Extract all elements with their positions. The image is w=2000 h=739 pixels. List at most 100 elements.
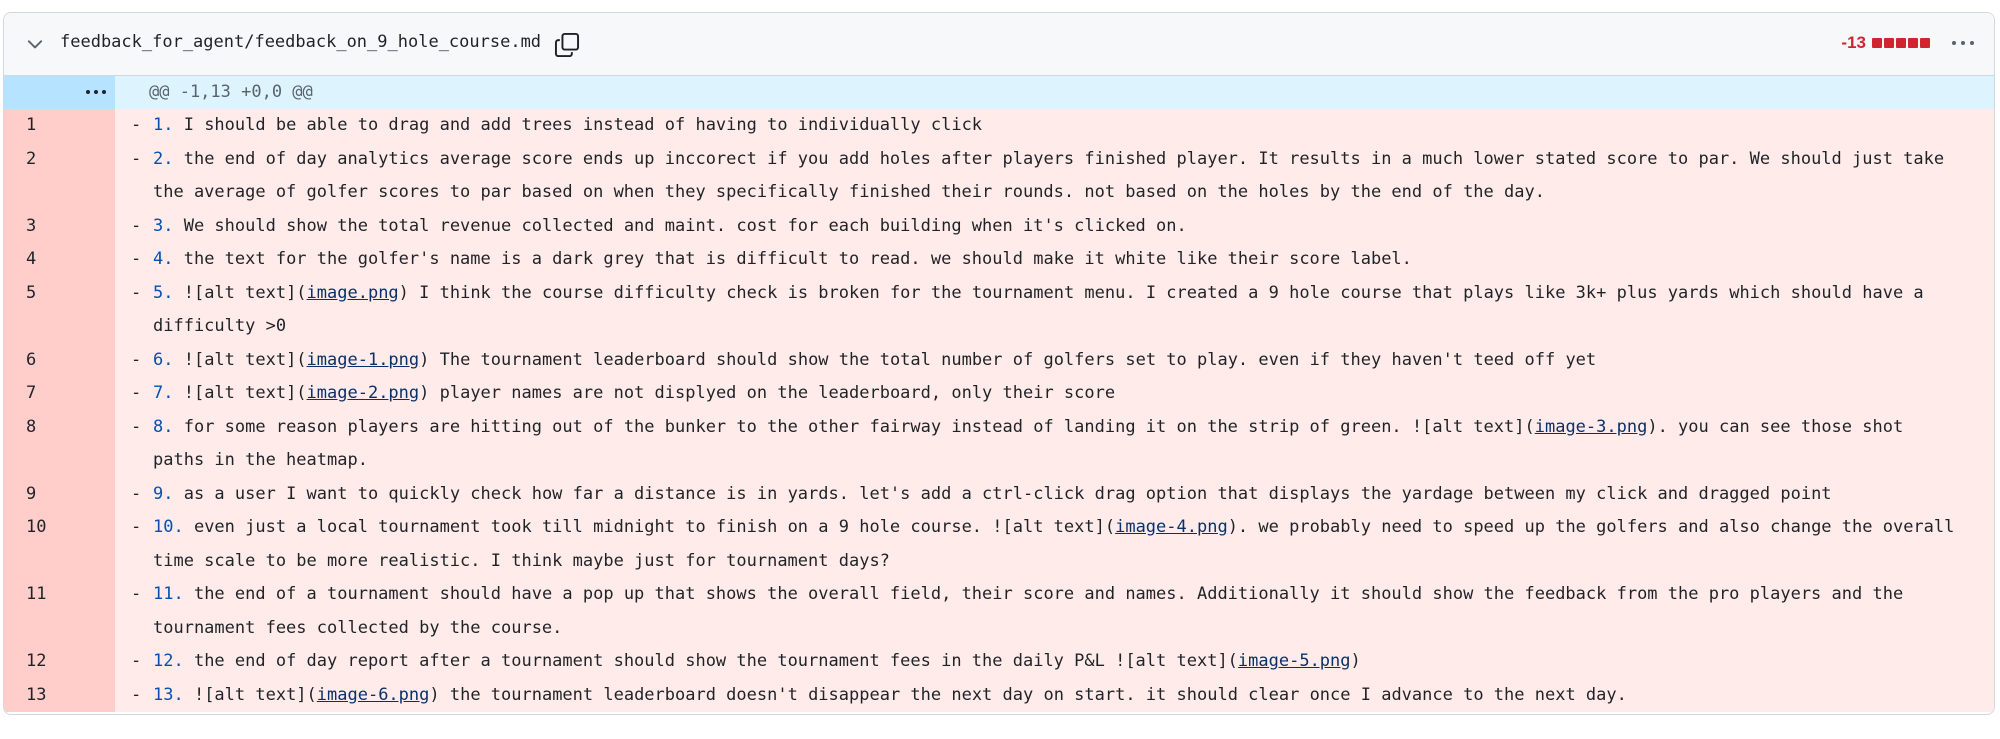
deletion-marker: -	[131, 684, 142, 705]
diff-line: 4-4. the text for the golfer's name is a…	[4, 243, 1994, 277]
line-number[interactable]: 7	[4, 377, 115, 411]
line-number[interactable]: 11	[4, 578, 115, 645]
list-number: 5.	[153, 282, 174, 303]
line-content: -2. the end of day analytics average sco…	[115, 143, 1994, 210]
list-number: 7.	[153, 383, 174, 403]
diffstat-square	[1896, 38, 1906, 48]
line-text: We should show the total revenue collect…	[173, 215, 1187, 236]
image-link[interactable]: image-5.png	[1238, 651, 1351, 671]
line-content: -5. ![alt text](image.png) I think the c…	[115, 277, 1994, 344]
diff-line: 12-12. the end of day report after a tou…	[4, 645, 1994, 679]
line-content: -8. for some reason players are hitting …	[115, 411, 1994, 478]
list-number: 3.	[153, 215, 174, 236]
diffstat-square	[1884, 38, 1894, 48]
image-link[interactable]: image-1.png	[307, 350, 420, 370]
line-text: ![alt text](	[173, 349, 307, 370]
line-number[interactable]: 12	[4, 645, 115, 679]
diff-file: feedback_for_agent/feedback_on_9_hole_co…	[3, 12, 1995, 715]
line-text: )	[1350, 651, 1361, 671]
image-link[interactable]: image-6.png	[317, 685, 430, 705]
deletion-count: -13	[1841, 33, 1866, 52]
deletion-marker: -	[131, 416, 142, 437]
list-number: 13.	[153, 684, 184, 705]
line-number[interactable]: 10	[4, 511, 115, 578]
line-number[interactable]: 13	[4, 678, 115, 712]
list-number: 12.	[153, 651, 184, 671]
list-number: 8.	[153, 416, 174, 437]
diffstat-square	[1920, 38, 1930, 48]
list-number: 1.	[153, 115, 174, 135]
line-text: ) player names are not displyed on the l…	[419, 383, 1116, 403]
line-number[interactable]: 8	[4, 410, 115, 478]
diff-line: 13-13. ![alt text](image-6.png) the tour…	[4, 678, 1994, 713]
diff-line: 1-1. I should be able to drag and add tr…	[4, 109, 1994, 143]
line-content: -4. the text for the golfer's name is a …	[115, 243, 1994, 277]
diff-lines: 1-1. I should be able to drag and add tr…	[4, 109, 1994, 712]
list-number: 4.	[153, 249, 174, 269]
diff-line: 7-7. ![alt text](image-2.png) player nam…	[4, 377, 1994, 411]
image-link[interactable]: image.png	[307, 283, 399, 303]
hunk-header-text: @@ -1,13 +0,0 @@	[149, 82, 313, 102]
line-text: ) The tournament leaderboard should show…	[419, 349, 1597, 370]
line-text: ) the tournament leaderboard doesn't dis…	[429, 684, 1627, 705]
diffstat-square	[1872, 38, 1882, 48]
deletion-marker: -	[131, 115, 142, 135]
line-text: I should be able to drag and add trees i…	[173, 115, 983, 135]
line-content: -7. ![alt text](image-2.png) player name…	[115, 377, 1994, 411]
file-header: feedback_for_agent/feedback_on_9_hole_co…	[4, 13, 1994, 76]
hunk-header: @@ -1,13 +0,0 @@	[4, 76, 1994, 109]
image-link[interactable]: image-4.png	[1115, 517, 1228, 537]
diffstat-square	[1908, 38, 1918, 48]
line-text: for some reason players are hitting out …	[173, 416, 1535, 437]
line-text: ![alt text](	[173, 383, 307, 403]
chevron-down-icon[interactable]	[24, 33, 46, 55]
diff-stat: -13	[1841, 33, 1930, 53]
deletion-marker: -	[131, 249, 142, 269]
hunk-gutter	[4, 76, 115, 109]
deletion-marker: -	[131, 282, 142, 303]
diff-line: 6-6. ![alt text](image-1.png) The tourna…	[4, 343, 1994, 377]
line-number[interactable]: 5	[4, 276, 115, 344]
line-number[interactable]: 1	[4, 109, 115, 143]
unfold-icon[interactable]	[82, 82, 110, 102]
diff-line: 5-5. ![alt text](image.png) I think the …	[4, 276, 1994, 344]
diffstat-bar	[1872, 38, 1930, 48]
file-path[interactable]: feedback_for_agent/feedback_on_9_hole_co…	[60, 32, 541, 52]
line-number[interactable]: 3	[4, 209, 115, 243]
deletion-marker: -	[131, 349, 142, 370]
deletion-marker: -	[131, 383, 142, 403]
line-number[interactable]: 2	[4, 142, 115, 210]
line-number[interactable]: 6	[4, 343, 115, 377]
diff-line: 8-8. for some reason players are hitting…	[4, 410, 1994, 478]
line-text: the end of day analytics average score e…	[153, 148, 1955, 203]
diff-line: 10-10. even just a local tournament took…	[4, 511, 1994, 578]
line-text: the end of a tournament should have a po…	[153, 584, 1914, 638]
image-link[interactable]: image-2.png	[307, 383, 420, 403]
image-link[interactable]: image-3.png	[1535, 417, 1648, 437]
line-text: the end of day report after a tournament…	[183, 651, 1238, 671]
deletion-marker: -	[131, 651, 142, 671]
line-content: -10. even just a local tournament took t…	[115, 511, 1994, 578]
deletion-marker: -	[131, 483, 142, 504]
list-number: 11.	[153, 584, 184, 604]
line-number[interactable]: 9	[4, 477, 115, 511]
deletion-marker: -	[131, 517, 142, 537]
kebab-horizontal-icon[interactable]	[1950, 35, 1976, 51]
deletion-marker: -	[131, 215, 142, 236]
line-content: -9. as a user I want to quickly check ho…	[115, 478, 1994, 512]
line-content: -12. the end of day report after a tourn…	[115, 645, 1994, 679]
list-number: 9.	[153, 483, 174, 504]
line-content: -11. the end of a tournament should have…	[115, 578, 1994, 645]
line-content: -1. I should be able to drag and add tre…	[115, 109, 1994, 143]
diff-line: 9-9. as a user I want to quickly check h…	[4, 477, 1994, 512]
line-text: even just a local tournament took till m…	[183, 517, 1116, 537]
list-number: 6.	[153, 349, 174, 370]
line-text: ) I think the course difficulty check is…	[153, 282, 1934, 337]
list-number: 10.	[153, 517, 184, 537]
line-content: -13. ![alt text](image-6.png) the tourna…	[115, 679, 1994, 713]
line-text: ![alt text](	[183, 684, 317, 705]
copy-icon[interactable]	[554, 32, 580, 58]
line-text: as a user I want to quickly check how fa…	[173, 483, 1832, 504]
line-number[interactable]: 4	[4, 243, 115, 277]
line-text: ![alt text](	[173, 282, 307, 303]
